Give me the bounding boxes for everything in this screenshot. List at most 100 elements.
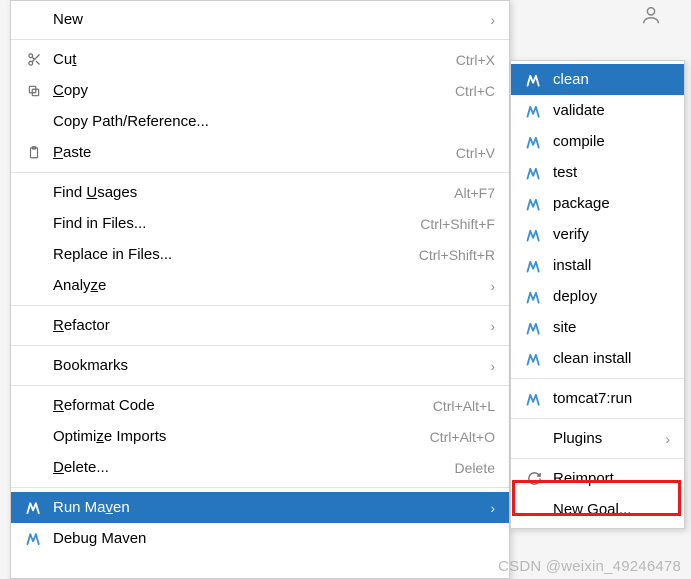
menu-divider	[11, 385, 509, 386]
blank-icon	[21, 245, 47, 265]
menu-label: clean	[553, 71, 670, 88]
menu-item-replace-in-files[interactable]: Replace in Files... Ctrl+Shift+R	[11, 239, 509, 270]
blank-icon	[21, 214, 47, 234]
menu-item-paste[interactable]: Paste Ctrl+V	[11, 137, 509, 168]
submenu-item-plugins[interactable]: Plugins ›	[511, 423, 684, 454]
menu-divider	[11, 487, 509, 488]
blank-icon	[21, 112, 47, 132]
watermark-text: CSDN @weixin_49246478	[498, 558, 681, 575]
chevron-right-icon: ›	[483, 279, 495, 293]
menu-label: Plugins	[553, 430, 658, 447]
shortcut-text: Ctrl+Alt+O	[430, 429, 495, 445]
shortcut-text: Ctrl+Alt+L	[433, 398, 495, 414]
shortcut-text: Ctrl+V	[456, 145, 495, 161]
menu-label: Find in Files...	[53, 215, 420, 232]
blank-icon	[21, 10, 47, 30]
menu-item-new[interactable]: New ›	[11, 4, 509, 35]
submenu-item-reimport[interactable]: Reimport	[511, 463, 684, 494]
blank-icon	[21, 396, 47, 416]
shortcut-text: Alt+F7	[454, 185, 495, 201]
menu-label: Copy	[53, 82, 455, 99]
submenu-item-verify[interactable]: verify	[511, 219, 684, 250]
menu-label: site	[553, 319, 670, 336]
blank-icon	[521, 429, 547, 449]
menu-item-analyze[interactable]: Analyze ›	[11, 270, 509, 301]
submenu-item-clean-install[interactable]: clean install	[511, 343, 684, 374]
context-menu-main: New › Cut Ctrl+X Copy Ctrl+C Copy Path/R…	[10, 0, 510, 579]
menu-label: New Goal...	[553, 501, 670, 518]
maven-icon	[521, 318, 547, 338]
menu-label: Refactor	[53, 317, 483, 334]
shortcut-text: Ctrl+Shift+R	[419, 247, 495, 263]
menu-divider	[11, 345, 509, 346]
blank-icon	[21, 458, 47, 478]
maven-icon	[521, 389, 547, 409]
menu-label: Debug Maven	[53, 530, 495, 547]
blank-icon	[21, 183, 47, 203]
blank-icon	[21, 427, 47, 447]
shortcut-text: Ctrl+Shift+F	[420, 216, 495, 232]
menu-label: deploy	[553, 288, 670, 305]
menu-item-find-usages[interactable]: Find Usages Alt+F7	[11, 177, 509, 208]
maven-icon	[521, 287, 547, 307]
menu-label: Run Maven	[53, 499, 483, 516]
menu-item-optimize-imports[interactable]: Optimize Imports Ctrl+Alt+O	[11, 421, 509, 452]
menu-item-delete[interactable]: Delete... Delete	[11, 452, 509, 483]
menu-label: New	[53, 11, 483, 28]
menu-label: Bookmarks	[53, 357, 483, 374]
context-menu-maven: clean validate compile test package veri…	[510, 60, 685, 529]
menu-label: Reformat Code	[53, 397, 433, 414]
menu-item-bookmarks[interactable]: Bookmarks ›	[11, 350, 509, 381]
maven-icon	[521, 132, 547, 152]
refresh-icon	[521, 469, 547, 489]
submenu-item-install[interactable]: install	[511, 250, 684, 281]
menu-item-run-maven[interactable]: Run Maven ›	[11, 492, 509, 523]
maven-icon	[21, 529, 47, 549]
menu-divider	[511, 458, 684, 459]
menu-label: clean install	[553, 350, 670, 367]
submenu-item-compile[interactable]: compile	[511, 126, 684, 157]
menu-divider	[511, 378, 684, 379]
submenu-item-deploy[interactable]: deploy	[511, 281, 684, 312]
menu-label: Analyze	[53, 277, 483, 294]
maven-icon	[521, 163, 547, 183]
maven-icon	[521, 256, 547, 276]
menu-item-refactor[interactable]: Refactor ›	[11, 310, 509, 341]
clipboard-icon	[21, 143, 47, 163]
menu-label: Delete...	[53, 459, 455, 476]
submenu-item-clean[interactable]: clean	[511, 64, 684, 95]
submenu-item-validate[interactable]: validate	[511, 95, 684, 126]
shortcut-text: Delete	[455, 460, 495, 476]
menu-label: Find Usages	[53, 184, 454, 201]
submenu-item-package[interactable]: package	[511, 188, 684, 219]
maven-icon	[521, 70, 547, 90]
toolbar-user-icon	[640, 4, 662, 26]
chevron-right-icon: ›	[483, 501, 495, 515]
shortcut-text: Ctrl+X	[456, 52, 495, 68]
menu-item-cut[interactable]: Cut Ctrl+X	[11, 44, 509, 75]
submenu-item-tomcat-run[interactable]: tomcat7:run	[511, 383, 684, 414]
menu-label: Paste	[53, 144, 456, 161]
menu-label: package	[553, 195, 670, 212]
submenu-item-test[interactable]: test	[511, 157, 684, 188]
menu-item-debug-maven[interactable]: Debug Maven	[11, 523, 509, 554]
menu-label: Copy Path/Reference...	[53, 113, 495, 130]
chevron-right-icon: ›	[483, 319, 495, 333]
menu-divider	[511, 418, 684, 419]
maven-icon	[521, 225, 547, 245]
scissors-icon	[21, 50, 47, 70]
menu-item-reformat-code[interactable]: Reformat Code Ctrl+Alt+L	[11, 390, 509, 421]
submenu-item-new-goal[interactable]: New Goal...	[511, 494, 684, 525]
blank-icon	[521, 500, 547, 520]
maven-icon	[521, 194, 547, 214]
menu-label: Cut	[53, 51, 456, 68]
menu-item-copy-path[interactable]: Copy Path/Reference...	[11, 106, 509, 137]
chevron-right-icon: ›	[658, 432, 670, 446]
menu-item-copy[interactable]: Copy Ctrl+C	[11, 75, 509, 106]
menu-label: install	[553, 257, 670, 274]
chevron-right-icon: ›	[483, 359, 495, 373]
blank-icon	[21, 316, 47, 336]
menu-item-find-in-files[interactable]: Find in Files... Ctrl+Shift+F	[11, 208, 509, 239]
submenu-item-site[interactable]: site	[511, 312, 684, 343]
maven-icon	[521, 349, 547, 369]
